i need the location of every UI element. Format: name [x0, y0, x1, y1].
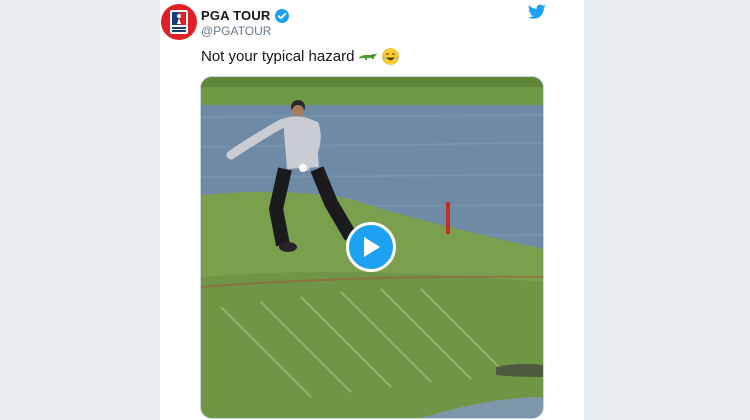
handle[interactable]: @PGATOUR: [201, 24, 271, 38]
play-button[interactable]: [346, 222, 396, 272]
video-player[interactable]: [200, 76, 544, 419]
tweet-card: PGA TOUR @PGATOUR Not your typical hazar…: [160, 0, 584, 420]
face-with-tears-of-joy-icon: [382, 48, 400, 65]
display-name[interactable]: PGA TOUR: [201, 8, 271, 23]
twitter-bird-icon[interactable]: [528, 4, 546, 20]
verified-badge-icon: [274, 8, 289, 23]
name-row: PGA TOUR: [201, 8, 289, 23]
play-icon: [364, 237, 380, 257]
tweet-text-content: Not your typical hazard: [201, 48, 355, 65]
tweet-text: Not your typical hazard: [201, 48, 400, 65]
pga-tour-logo-icon: [170, 10, 188, 34]
avatar[interactable]: [161, 4, 197, 40]
crocodile-icon: [359, 52, 378, 60]
